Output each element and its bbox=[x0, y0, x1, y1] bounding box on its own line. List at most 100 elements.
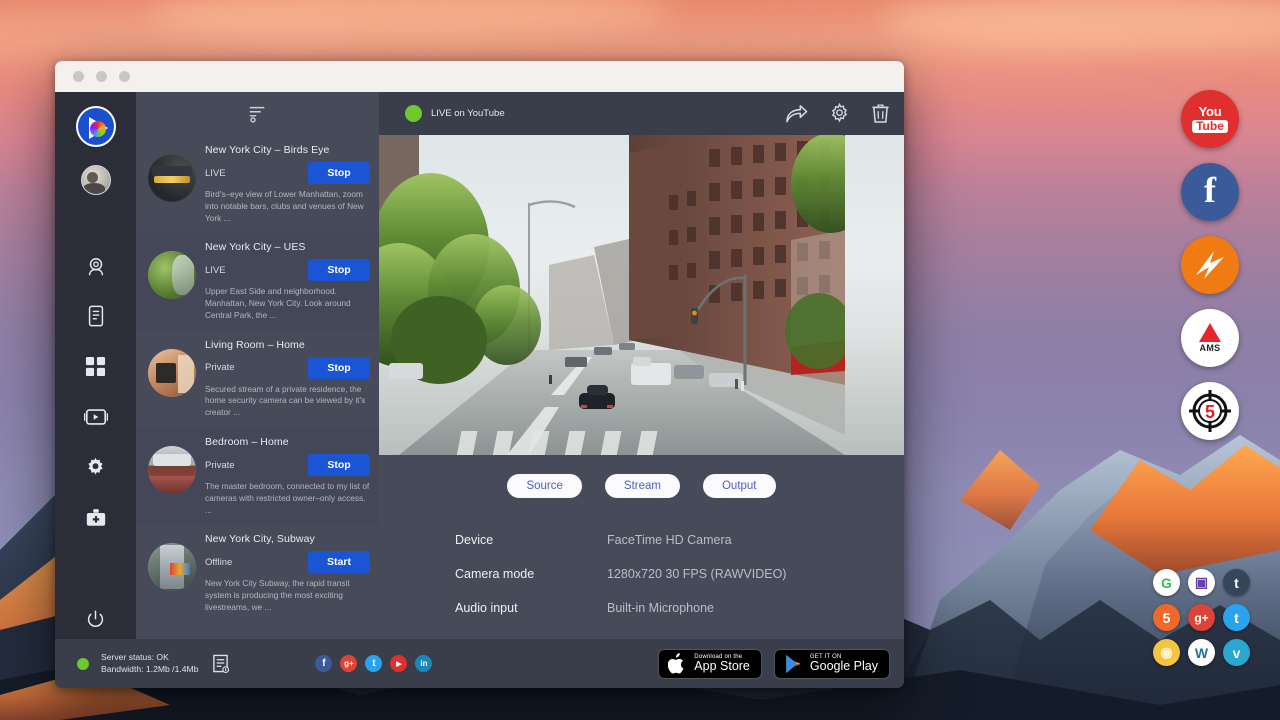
document-icon bbox=[86, 305, 106, 327]
sun-icon[interactable]: ◉ bbox=[1153, 639, 1180, 666]
facebook-glyph: f bbox=[1204, 172, 1216, 208]
app-store-badges: Download on the App Store GET IT ON Goog… bbox=[658, 649, 890, 679]
five-target-desktop-icon[interactable]: 5 bbox=[1181, 382, 1239, 440]
bandwidth-text: Bandwidth: 1.2Mb /1.4Mb bbox=[101, 664, 198, 676]
google-plus-glyph: g+ bbox=[1194, 611, 1208, 625]
lightning-bolt-icon bbox=[1190, 245, 1230, 285]
sun-glyph: ◉ bbox=[1160, 644, 1172, 661]
camera-stop-button[interactable]: Stop bbox=[308, 259, 370, 281]
apple-icon bbox=[668, 653, 687, 675]
camera-list-item[interactable]: New York City – Birds Eye LIVE Stop Bird… bbox=[136, 135, 379, 232]
sidebar-item-support[interactable] bbox=[76, 498, 116, 537]
avatar-icon bbox=[81, 165, 111, 195]
close-button[interactable] bbox=[73, 71, 84, 82]
camera-title: New York City – Birds Eye bbox=[205, 144, 370, 156]
settings-tabs: Source Stream Output bbox=[379, 474, 904, 498]
maximize-button[interactable] bbox=[119, 71, 130, 82]
spec-row-camera-mode: Camera mode 1280x720 30 FPS (RAWVIDEO) bbox=[455, 567, 904, 581]
video-preview[interactable] bbox=[379, 135, 904, 455]
log-file-icon[interactable] bbox=[212, 654, 229, 673]
spec-value[interactable]: Built-in Microphone bbox=[607, 601, 714, 615]
tab-source[interactable]: Source bbox=[507, 474, 581, 498]
street-scene bbox=[379, 135, 845, 455]
youtube-you-text: You bbox=[1199, 105, 1222, 118]
youtube-desktop-icon[interactable]: You Tube bbox=[1181, 90, 1239, 148]
twitter-icon[interactable]: t bbox=[365, 655, 382, 672]
camera-thumbnail bbox=[148, 446, 196, 494]
social-links: f g+ t ▶ in bbox=[315, 655, 432, 672]
topbar-actions bbox=[785, 103, 890, 124]
camera-thumbnail bbox=[148, 349, 196, 397]
camera-list-item[interactable]: Living Room – Home Private Stop Secured … bbox=[136, 330, 379, 427]
twitter-glyph: t bbox=[372, 658, 375, 669]
vimeo-icon[interactable]: v bbox=[1223, 639, 1250, 666]
google-plus-icon[interactable]: g+ bbox=[1188, 604, 1215, 631]
gear-icon bbox=[85, 457, 106, 478]
camera-description: Secured stream of a private residence, t… bbox=[205, 384, 370, 419]
google-play-button[interactable]: GET IT ON Google Play bbox=[774, 649, 890, 679]
spec-key: Device bbox=[455, 533, 607, 547]
camera-state: Private bbox=[205, 460, 235, 471]
sidebar-item-app-logo[interactable] bbox=[76, 106, 116, 146]
application-window: New York City – Birds Eye LIVE Stop Bird… bbox=[55, 61, 904, 688]
youtube-glyph: ▶ bbox=[396, 660, 401, 668]
five-icon[interactable]: 5 bbox=[1153, 604, 1180, 631]
tab-output[interactable]: Output bbox=[703, 474, 776, 498]
five-glyph: 5 bbox=[1163, 610, 1171, 626]
grabyo-icon[interactable]: G bbox=[1153, 569, 1180, 596]
camera-list-item[interactable]: Bedroom – Home Private Stop The master b… bbox=[136, 427, 379, 524]
camera-description: New York City Subway, the rapid transit … bbox=[205, 578, 370, 613]
tab-stream[interactable]: Stream bbox=[605, 474, 680, 498]
add-camera-button[interactable]: + Add Camera bbox=[136, 622, 379, 639]
play-logo-icon bbox=[76, 106, 116, 147]
twitch-icon[interactable]: ▣ bbox=[1188, 569, 1215, 596]
wowza-bolt-desktop-icon[interactable] bbox=[1181, 236, 1239, 294]
sidebar-item-user-avatar[interactable] bbox=[76, 160, 116, 199]
power-icon bbox=[86, 610, 105, 629]
camera-list[interactable]: New York City – Birds Eye LIVE Stop Bird… bbox=[136, 135, 379, 639]
camera-start-button[interactable]: Start bbox=[308, 551, 370, 573]
sidebar-item-broadcast[interactable] bbox=[76, 397, 116, 436]
server-status-dot bbox=[77, 658, 89, 670]
facebook-desktop-icon[interactable]: f bbox=[1181, 163, 1239, 221]
tumblr-icon[interactable]: t bbox=[1223, 569, 1250, 596]
camera-icon bbox=[85, 256, 107, 278]
sidebar-item-cameras[interactable] bbox=[76, 247, 116, 286]
adobe-ams-desktop-icon[interactable]: AMS bbox=[1181, 309, 1239, 367]
share-icon[interactable] bbox=[785, 104, 808, 124]
camera-stop-button[interactable]: Stop bbox=[308, 357, 370, 379]
wordpress-icon[interactable]: W bbox=[1188, 639, 1215, 666]
sidebar-item-dashboard[interactable] bbox=[76, 347, 116, 386]
left-sidebar bbox=[55, 92, 136, 639]
camera-state: LIVE bbox=[205, 265, 226, 276]
facebook-icon[interactable]: f bbox=[315, 655, 332, 672]
status-bar: Server status: OK Bandwidth: 1.2Mb /1.4M… bbox=[55, 639, 904, 688]
linkedin-icon[interactable]: in bbox=[415, 655, 432, 672]
spec-value[interactable]: FaceTime HD Camera bbox=[607, 533, 732, 547]
camera-stop-button[interactable]: Stop bbox=[308, 162, 370, 184]
sidebar-item-settings[interactable] bbox=[76, 448, 116, 487]
google-play-big-text: Google Play bbox=[810, 660, 878, 673]
linkedin-glyph: in bbox=[420, 659, 427, 668]
camera-list-panel: New York City – Birds Eye LIVE Stop Bird… bbox=[136, 92, 379, 639]
twitter-icon[interactable]: t bbox=[1223, 604, 1250, 631]
server-status: Server status: OK Bandwidth: 1.2Mb /1.4M… bbox=[77, 652, 229, 675]
camera-list-item[interactable]: New York City, Subway Offline Start New … bbox=[136, 524, 379, 621]
sidebar-item-documents[interactable] bbox=[76, 297, 116, 336]
camera-stop-button[interactable]: Stop bbox=[308, 454, 370, 476]
minimize-button[interactable] bbox=[96, 71, 107, 82]
sidebar-item-power[interactable] bbox=[76, 600, 116, 639]
twitch-glyph: ▣ bbox=[1195, 574, 1208, 591]
spec-row-device: Device FaceTime HD Camera bbox=[455, 533, 904, 547]
svg-text:5: 5 bbox=[1205, 402, 1215, 422]
youtube-icon[interactable]: ▶ bbox=[390, 655, 407, 672]
twitter-glyph: t bbox=[1234, 610, 1239, 626]
gear-icon[interactable] bbox=[829, 103, 850, 124]
app-store-button[interactable]: Download on the App Store bbox=[658, 649, 762, 679]
google-plus-icon[interactable]: g+ bbox=[340, 655, 357, 672]
camera-list-item[interactable]: New York City – UES LIVE Stop Upper East… bbox=[136, 232, 379, 329]
trash-icon[interactable] bbox=[871, 103, 890, 124]
sort-filter-icon[interactable] bbox=[248, 104, 268, 124]
spec-key: Audio input bbox=[455, 601, 607, 615]
spec-value[interactable]: 1280x720 30 FPS (RAWVIDEO) bbox=[607, 567, 786, 581]
